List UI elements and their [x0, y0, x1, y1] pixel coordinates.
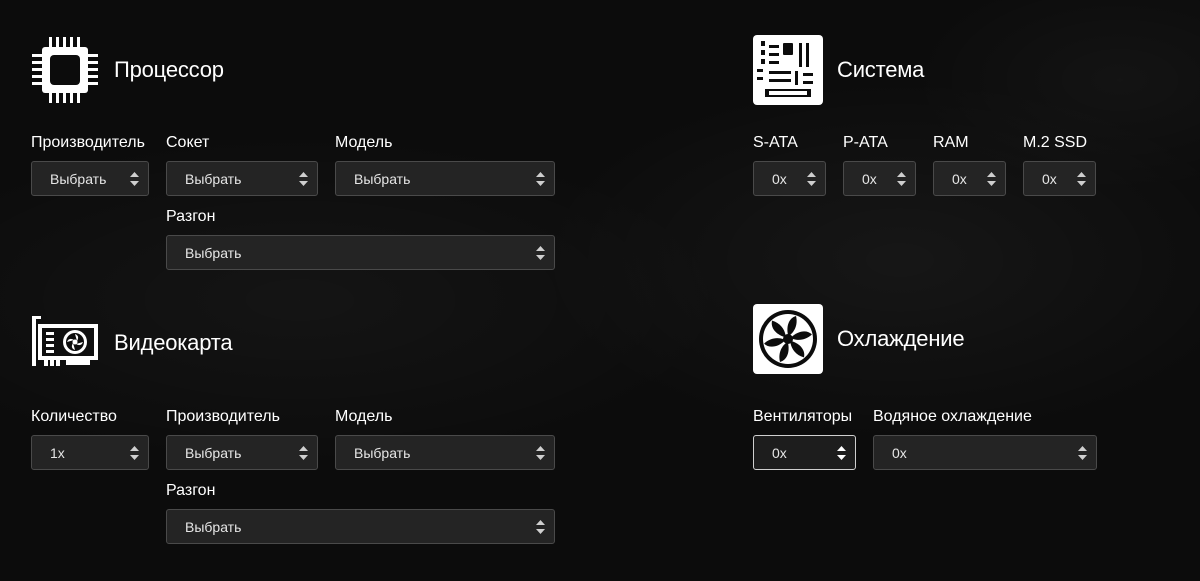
water-cooling-select[interactable]: 0x — [873, 435, 1097, 470]
processor-socket-select[interactable]: Выбрать — [166, 161, 318, 196]
select-arrows-icon — [897, 171, 906, 186]
processor-model-label: Модель — [335, 134, 393, 151]
sata-value: 0x — [772, 170, 787, 187]
pata-value: 0x — [862, 170, 877, 187]
gpu-model-select[interactable]: Выбрать — [335, 435, 555, 470]
system-title: Система — [837, 57, 925, 82]
m2-ssd-value: 0x — [1042, 170, 1057, 187]
select-arrows-icon — [130, 445, 139, 460]
motherboard-icon — [753, 35, 823, 105]
gpu-count-value: 1x — [50, 444, 65, 461]
gpu-manufacturer-label: Производитель — [166, 408, 280, 425]
select-arrows-icon — [807, 171, 816, 186]
processor-model-select[interactable]: Выбрать — [335, 161, 555, 196]
cooling-header: Охлаждение — [753, 304, 965, 374]
select-arrows-icon — [536, 245, 545, 260]
gpu-count-label: Количество — [31, 408, 117, 425]
select-arrows-icon — [837, 445, 846, 460]
ram-value: 0x — [952, 170, 967, 187]
processor-socket-value: Выбрать — [185, 170, 242, 187]
pata-select[interactable]: 0x — [843, 161, 916, 196]
processor-model-value: Выбрать — [354, 170, 411, 187]
gpu-title: Видеокарта — [114, 330, 233, 355]
gpu-manufacturer-select[interactable]: Выбрать — [166, 435, 318, 470]
gpu-header: Видеокарта — [30, 308, 233, 378]
gpu-overclock-label: Разгон — [166, 482, 216, 499]
fans-select[interactable]: 0x — [753, 435, 856, 470]
select-arrows-icon — [1077, 171, 1086, 186]
cooling-title: Охлаждение — [837, 326, 965, 351]
pata-label: P-ATA — [843, 134, 888, 151]
select-arrows-icon — [299, 445, 308, 460]
select-arrows-icon — [1078, 445, 1087, 460]
gpu-manufacturer-value: Выбрать — [185, 444, 242, 461]
processor-manufacturer-label: Производитель — [31, 134, 145, 151]
select-arrows-icon — [987, 171, 996, 186]
system-header: Система — [753, 35, 924, 105]
processor-overclock-label: Разгон — [166, 208, 216, 225]
gpu-overclock-select[interactable]: Выбрать — [166, 509, 555, 544]
ram-select[interactable]: 0x — [933, 161, 1006, 196]
select-arrows-icon — [299, 171, 308, 186]
processor-overclock-value: Выбрать — [185, 244, 242, 261]
processor-manufacturer-select[interactable]: Выбрать — [31, 161, 149, 196]
fans-label: Вентиляторы — [753, 408, 853, 425]
select-arrows-icon — [536, 445, 545, 460]
gpu-model-value: Выбрать — [354, 444, 411, 461]
gpu-overclock-value: Выбрать — [185, 518, 242, 535]
m2-ssd-label: M.2 SSD — [1023, 134, 1088, 151]
water-cooling-label: Водяное охлаждение — [873, 408, 1032, 425]
sata-select[interactable]: 0x — [753, 161, 826, 196]
water-cooling-value: 0x — [892, 444, 907, 461]
processor-header: Процессор — [30, 35, 224, 105]
sata-label: S-ATA — [753, 134, 798, 151]
processor-overclock-select[interactable]: Выбрать — [166, 235, 555, 270]
gpu-count-select[interactable]: 1x — [31, 435, 149, 470]
fans-value: 0x — [772, 444, 787, 461]
select-arrows-icon — [536, 171, 545, 186]
select-arrows-icon — [536, 519, 545, 534]
gpu-model-label: Модель — [335, 408, 393, 425]
ram-label: RAM — [933, 134, 969, 151]
graphics-card-icon — [30, 308, 100, 378]
processor-socket-label: Сокет — [166, 134, 210, 151]
fan-icon — [753, 304, 823, 374]
m2-ssd-select[interactable]: 0x — [1023, 161, 1096, 196]
processor-title: Процессор — [114, 57, 224, 82]
cpu-chip-icon — [30, 35, 100, 105]
processor-manufacturer-value: Выбрать — [50, 170, 107, 187]
select-arrows-icon — [130, 171, 139, 186]
